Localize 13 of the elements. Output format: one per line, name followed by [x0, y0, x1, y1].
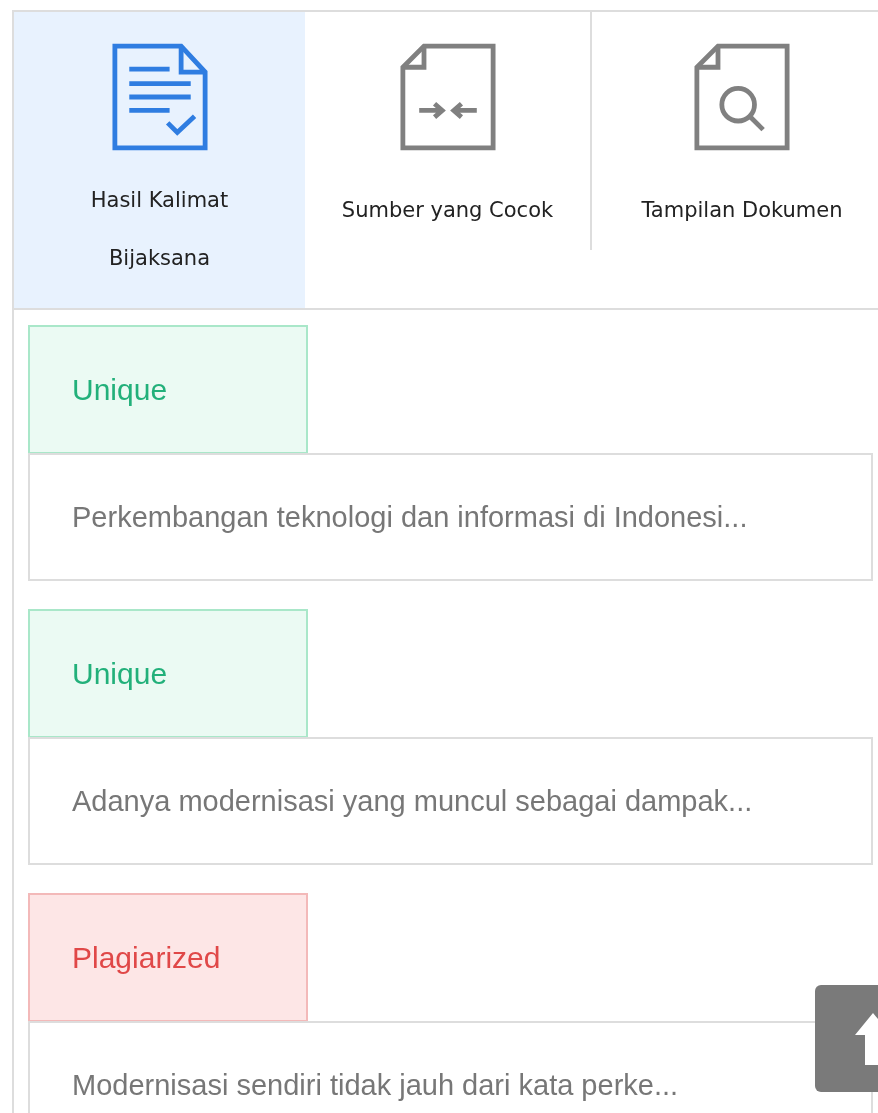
sentence-row[interactable]: Modernisasi sendiri tidak jauh dari kata perke... [28, 1021, 873, 1113]
status-label: Unique [28, 609, 308, 738]
sentence-row[interactable]: Adanya modernisasi yang muncul sebagai dampak... [28, 737, 873, 865]
document-arrows-icon [399, 41, 496, 153]
document-search-icon [694, 41, 790, 153]
tab[interactable]: Hasil Kalimat Bijaksana [14, 12, 305, 308]
status-label: Unique [28, 325, 308, 454]
tab[interactable]: Sumber yang Cocok [305, 12, 592, 250]
scroll-top-button[interactable] [815, 985, 878, 1092]
tab[interactable]: Tampilan Dokumen [592, 12, 878, 250]
sentence-row[interactable]: Perkembangan teknologi dan informasi di Indonesi... [28, 453, 873, 581]
status-label: Plagiarized [28, 893, 308, 1022]
document-check-icon [111, 41, 208, 153]
